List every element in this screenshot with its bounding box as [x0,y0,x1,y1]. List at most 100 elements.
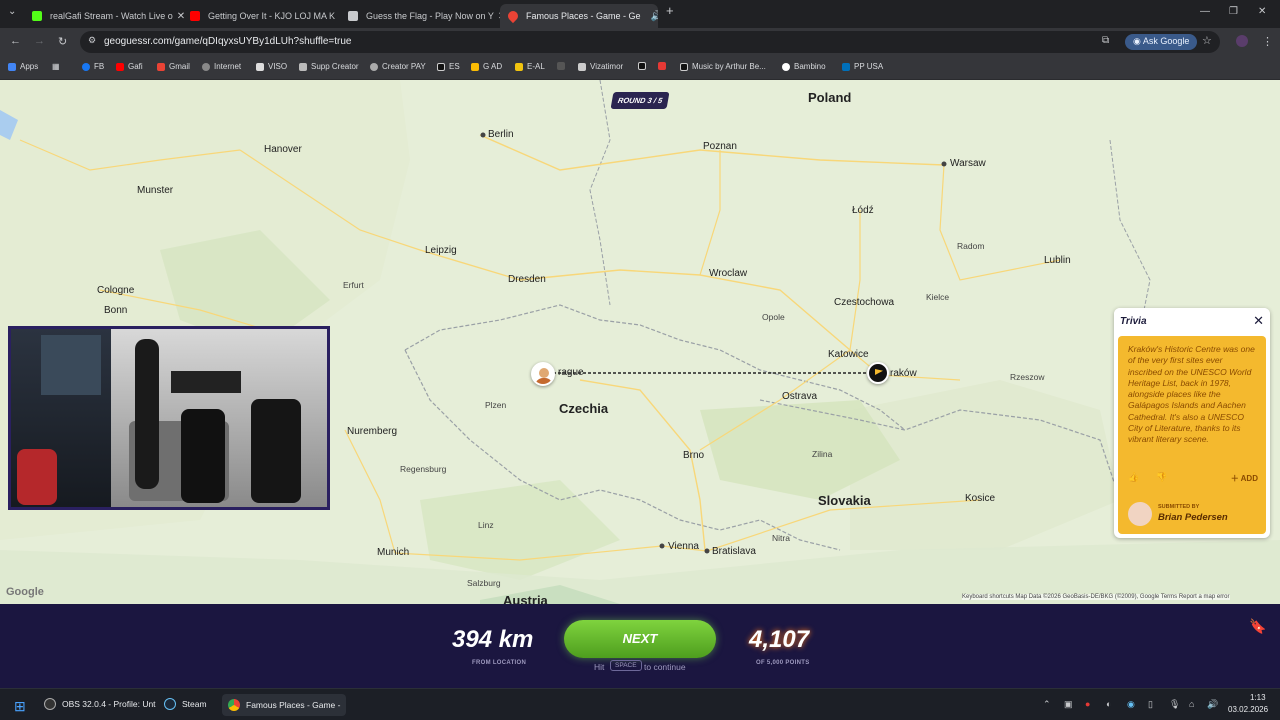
next-label: NEXT [622,631,658,646]
space-key-hint: SPACE [610,660,642,671]
correct-location-flag-icon[interactable] [867,362,889,384]
city-label: Erfurt [343,280,364,290]
ask-google-button[interactable]: ◉ Ask Google [1125,34,1198,50]
map-attribution[interactable]: Keyboard shortcuts Map Data ©2026 GeoBas… [962,594,1230,600]
tab-title: Guess the Flag - Play Now on Y [366,11,494,21]
clock-date[interactable]: 03.02.2026 [1228,705,1268,714]
address-bar: ← → ↻ ⚙ geoguessr.com/game/qDIqyxsUYBy1d… [0,28,1280,56]
close-window-button[interactable]: ✕ [1258,6,1266,17]
close-icon[interactable]: ✕ [1253,313,1264,329]
viso-icon [256,62,264,71]
round-indicator: ROUND 3 / 5 [610,92,670,109]
bookmark-label: Music by Arthur Be... [692,62,766,71]
bookmark-apps[interactable]: Apps [8,62,38,71]
es-icon [437,62,445,71]
bookmark-label: G AD [483,62,503,71]
bookmark-music[interactable]: Music by Arthur Be... [680,62,766,71]
windows-start-icon[interactable]: ⊞ [14,698,26,715]
city-label: Nuremberg [347,426,398,437]
add-trivia-button[interactable]: ＋ ADD [1231,473,1258,484]
microphone-icon[interactable]: 🎙 [1169,699,1180,710]
back-arrow-icon[interactable]: ← [10,35,21,47]
tray-app-icon[interactable]: ◐ [1106,699,1111,709]
bookmark-fb[interactable]: FB [82,62,104,71]
new-tab-button[interactable]: + [666,3,674,18]
taskbar-item-obs[interactable]: OBS 32.0.4 - Profile: Unt [44,698,156,710]
taskbar-item-chrome[interactable]: Famous Places - Game - [222,694,347,716]
bookmark-bambino[interactable]: Bambino [782,62,826,71]
e-al-icon [515,62,523,71]
cast-icon[interactable]: ⧉ [1102,35,1109,46]
country-label: Austria [503,593,548,604]
gear-icon [370,62,378,71]
clock-time[interactable]: 1:13 [1250,693,1266,702]
tray-record-icon[interactable]: ● [1085,699,1090,709]
tab-famous-places[interactable]: Famous Places - Game - Ge 🔊 ✕ [500,4,658,28]
city-label: Warsaw [950,158,986,169]
bookmark-g-ad[interactable]: G AD [471,62,502,71]
thumbs-down-icon[interactable]: 👎 [1156,472,1167,483]
apps-grid-icon [8,62,16,71]
speaker-icon[interactable]: 🔊 [647,11,658,22]
google-logo: Google [6,586,44,598]
taskbar-label: OBS 32.0.4 - Profile: Unt [62,699,156,709]
tab-guess-flag[interactable]: Guess the Flag - Play Now on Y ✕ [340,4,500,28]
site-info-icon[interactable]: ⚙ [88,35,96,46]
city-label: Poznan [703,141,737,152]
guess-marker-avatar[interactable] [531,362,555,386]
tab-search-icon[interactable]: ⌄ [8,6,16,17]
bookmark-creator-pay[interactable]: Creator PAY [370,62,426,71]
reload-icon[interactable]: ↻ [58,35,67,48]
result-map[interactable]: Poland Czechia Slovakia Austria Berlin H… [0,80,1280,604]
bookmark-c[interactable] [658,62,670,70]
steam-tray-icon[interactable]: ◉ [1127,699,1135,710]
bookmark-es[interactable]: ES [437,62,460,71]
trivia-panel: Trivia ✕ Kraków's Historic Centre was on… [1114,308,1270,538]
bookmark-blank[interactable] [557,62,569,70]
tray-app-icon[interactable]: ▣ [1064,699,1073,710]
bookmark-pp-usa[interactable]: PP USA [842,62,883,71]
city-label: Łódź [852,205,874,216]
forward-arrow-icon[interactable]: → [34,35,45,47]
bookmark-gmail[interactable]: Gmail [157,62,190,71]
next-button[interactable]: NEXT [564,620,716,658]
bookmark-internet[interactable]: Internet [202,62,241,71]
bookmarks-bar: Apps ▦ FB Gafi Gmail Internet VISO Supp … [0,56,1280,80]
omnibox[interactable]: ⚙ geoguessr.com/game/qDIqyxsUYBy1dLUh?sh… [80,31,1220,53]
bookmark-star-icon[interactable]: ☆ [1202,34,1212,47]
bookmark-e-al[interactable]: E-AL [515,62,545,71]
submitter-name: Brian Pedersen [1158,512,1228,523]
bookmark-supp-creator[interactable]: Supp Creator [299,62,359,71]
all-bookmarks-icon[interactable]: ▦ [52,62,60,71]
maximize-button[interactable]: ❐ [1229,6,1238,17]
points-caption: OF 5,000 POINTS [756,660,810,666]
page-icon [557,62,565,70]
battery-icon[interactable]: ▯ [1148,699,1153,710]
network-icon[interactable]: ⌂ [1189,699,1194,709]
bookmark-viso[interactable]: VISO [256,62,287,71]
menu-icon[interactable]: ⋮ [1262,35,1273,48]
bookmark-label: Gafi [128,62,143,71]
thumbs-up-icon[interactable]: 👍 [1128,472,1139,483]
city-label: Ostrava [782,391,818,402]
profile-avatar[interactable] [1236,35,1248,47]
tab-youtube[interactable]: Getting Over It - KJO LOJ MA K ✕ [182,4,340,28]
url-text[interactable]: geoguessr.com/game/qDIqyxsUYBy1dLUh?shuf… [104,36,351,47]
bookmark-label: Internet [214,62,242,71]
add-label: ADD [1240,474,1258,483]
trivia-card: Kraków's Historic Centre was one of the … [1118,336,1266,534]
city-label: Kielce [926,292,950,302]
tab-kick[interactable]: realGafi Stream - Watch Live o ✕ [24,4,184,28]
c-icon [658,62,666,70]
bookmark-icon[interactable]: 🔖 [1249,618,1266,635]
volume-icon[interactable]: 🔊 [1207,699,1218,710]
chevron-up-icon[interactable]: ⌃ [1043,699,1051,710]
bookmark-label: Creator PAY [382,62,426,71]
minimize-button[interactable]: — [1200,6,1210,17]
taskbar-item-steam[interactable]: Steam [164,698,207,710]
taskbar-label: Famous Places - Game - [246,700,341,710]
bookmark-gafi[interactable]: Gafi [116,62,143,71]
bookmark-dn[interactable] [638,62,650,70]
bookmark-vizatimor[interactable]: Vizatimor [578,62,623,71]
webcam-overlay [8,326,330,510]
